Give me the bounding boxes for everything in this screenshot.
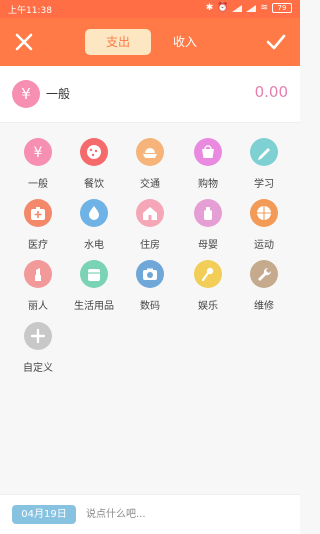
note-input[interactable] bbox=[86, 505, 286, 524]
wifi-icon: ≋ bbox=[260, 3, 268, 13]
category-item[interactable]: 数码 bbox=[120, 244, 180, 312]
confirm-button[interactable] bbox=[264, 30, 288, 54]
ball-icon bbox=[250, 199, 278, 227]
category-item[interactable]: 交通 bbox=[120, 122, 180, 190]
status-icons: ✱ ⏰ ≋ 79 bbox=[206, 3, 292, 13]
category-item[interactable]: 学习 bbox=[234, 122, 294, 190]
check-icon bbox=[266, 34, 286, 50]
towel-icon bbox=[80, 260, 108, 288]
signal-icon bbox=[232, 4, 243, 12]
amount-display[interactable]: 0.00 bbox=[255, 83, 288, 101]
selected-category-name: 一般 bbox=[46, 87, 71, 101]
category-item[interactable]: 自定义 bbox=[8, 306, 68, 374]
category-item[interactable]: 母婴 bbox=[178, 183, 238, 251]
category-item[interactable]: 购物 bbox=[178, 122, 238, 190]
alarm-icon: ⏰ bbox=[217, 3, 229, 13]
header: 支出 收入 bbox=[0, 18, 300, 66]
house-icon bbox=[136, 199, 164, 227]
water-drop-icon bbox=[80, 199, 108, 227]
type-tabs: 支出 收入 bbox=[85, 29, 215, 55]
camera-icon bbox=[136, 260, 164, 288]
wrench-icon bbox=[250, 260, 278, 288]
cookie-icon bbox=[80, 138, 108, 166]
microphone-icon bbox=[194, 260, 222, 288]
category-item[interactable]: 生活用品 bbox=[64, 244, 124, 312]
category-item[interactable]: 维修 bbox=[234, 244, 294, 312]
baby-bottle-icon bbox=[194, 199, 222, 227]
date-button[interactable]: 04月19日 bbox=[12, 505, 76, 524]
status-time: 上午11:38 bbox=[8, 6, 52, 16]
shopping-icon bbox=[194, 138, 222, 166]
category-item[interactable]: 水电 bbox=[64, 183, 124, 251]
bluetooth-icon: ✱ bbox=[205, 3, 214, 13]
selected-category-bar: ¥ 一般 0.00 bbox=[0, 66, 300, 123]
close-button[interactable] bbox=[12, 30, 36, 54]
lipstick-icon bbox=[24, 260, 52, 288]
category-label: 自定义 bbox=[23, 363, 53, 374]
category-item[interactable]: ¥ 一般 bbox=[8, 122, 68, 190]
tab-income[interactable]: 收入 bbox=[155, 29, 215, 55]
category-item[interactable]: 住房 bbox=[120, 183, 180, 251]
plus-icon bbox=[24, 322, 52, 350]
svg-text:¥: ¥ bbox=[34, 145, 43, 161]
category-item[interactable]: 丽人 bbox=[8, 244, 68, 312]
signal-icon-2 bbox=[246, 4, 257, 12]
category-item[interactable]: 医疗 bbox=[8, 183, 68, 251]
battery-icon: 79 bbox=[272, 3, 292, 13]
category-item[interactable]: 运动 bbox=[234, 183, 294, 251]
status-bar: 上午11:38 ✱ ⏰ ≋ 79 bbox=[0, 0, 300, 18]
category-item[interactable]: 餐饮 bbox=[64, 122, 124, 190]
yen-icon: ¥ bbox=[12, 80, 40, 108]
footer: 04月19日 bbox=[0, 494, 300, 534]
medkit-icon bbox=[24, 199, 52, 227]
category-item[interactable]: 娱乐 bbox=[178, 244, 238, 312]
tab-expense[interactable]: 支出 bbox=[85, 29, 151, 55]
yen-icon: ¥ bbox=[24, 138, 52, 166]
ship-icon bbox=[136, 138, 164, 166]
category-label: 维修 bbox=[254, 301, 274, 312]
close-icon bbox=[15, 33, 33, 51]
pencil-icon bbox=[250, 138, 278, 166]
